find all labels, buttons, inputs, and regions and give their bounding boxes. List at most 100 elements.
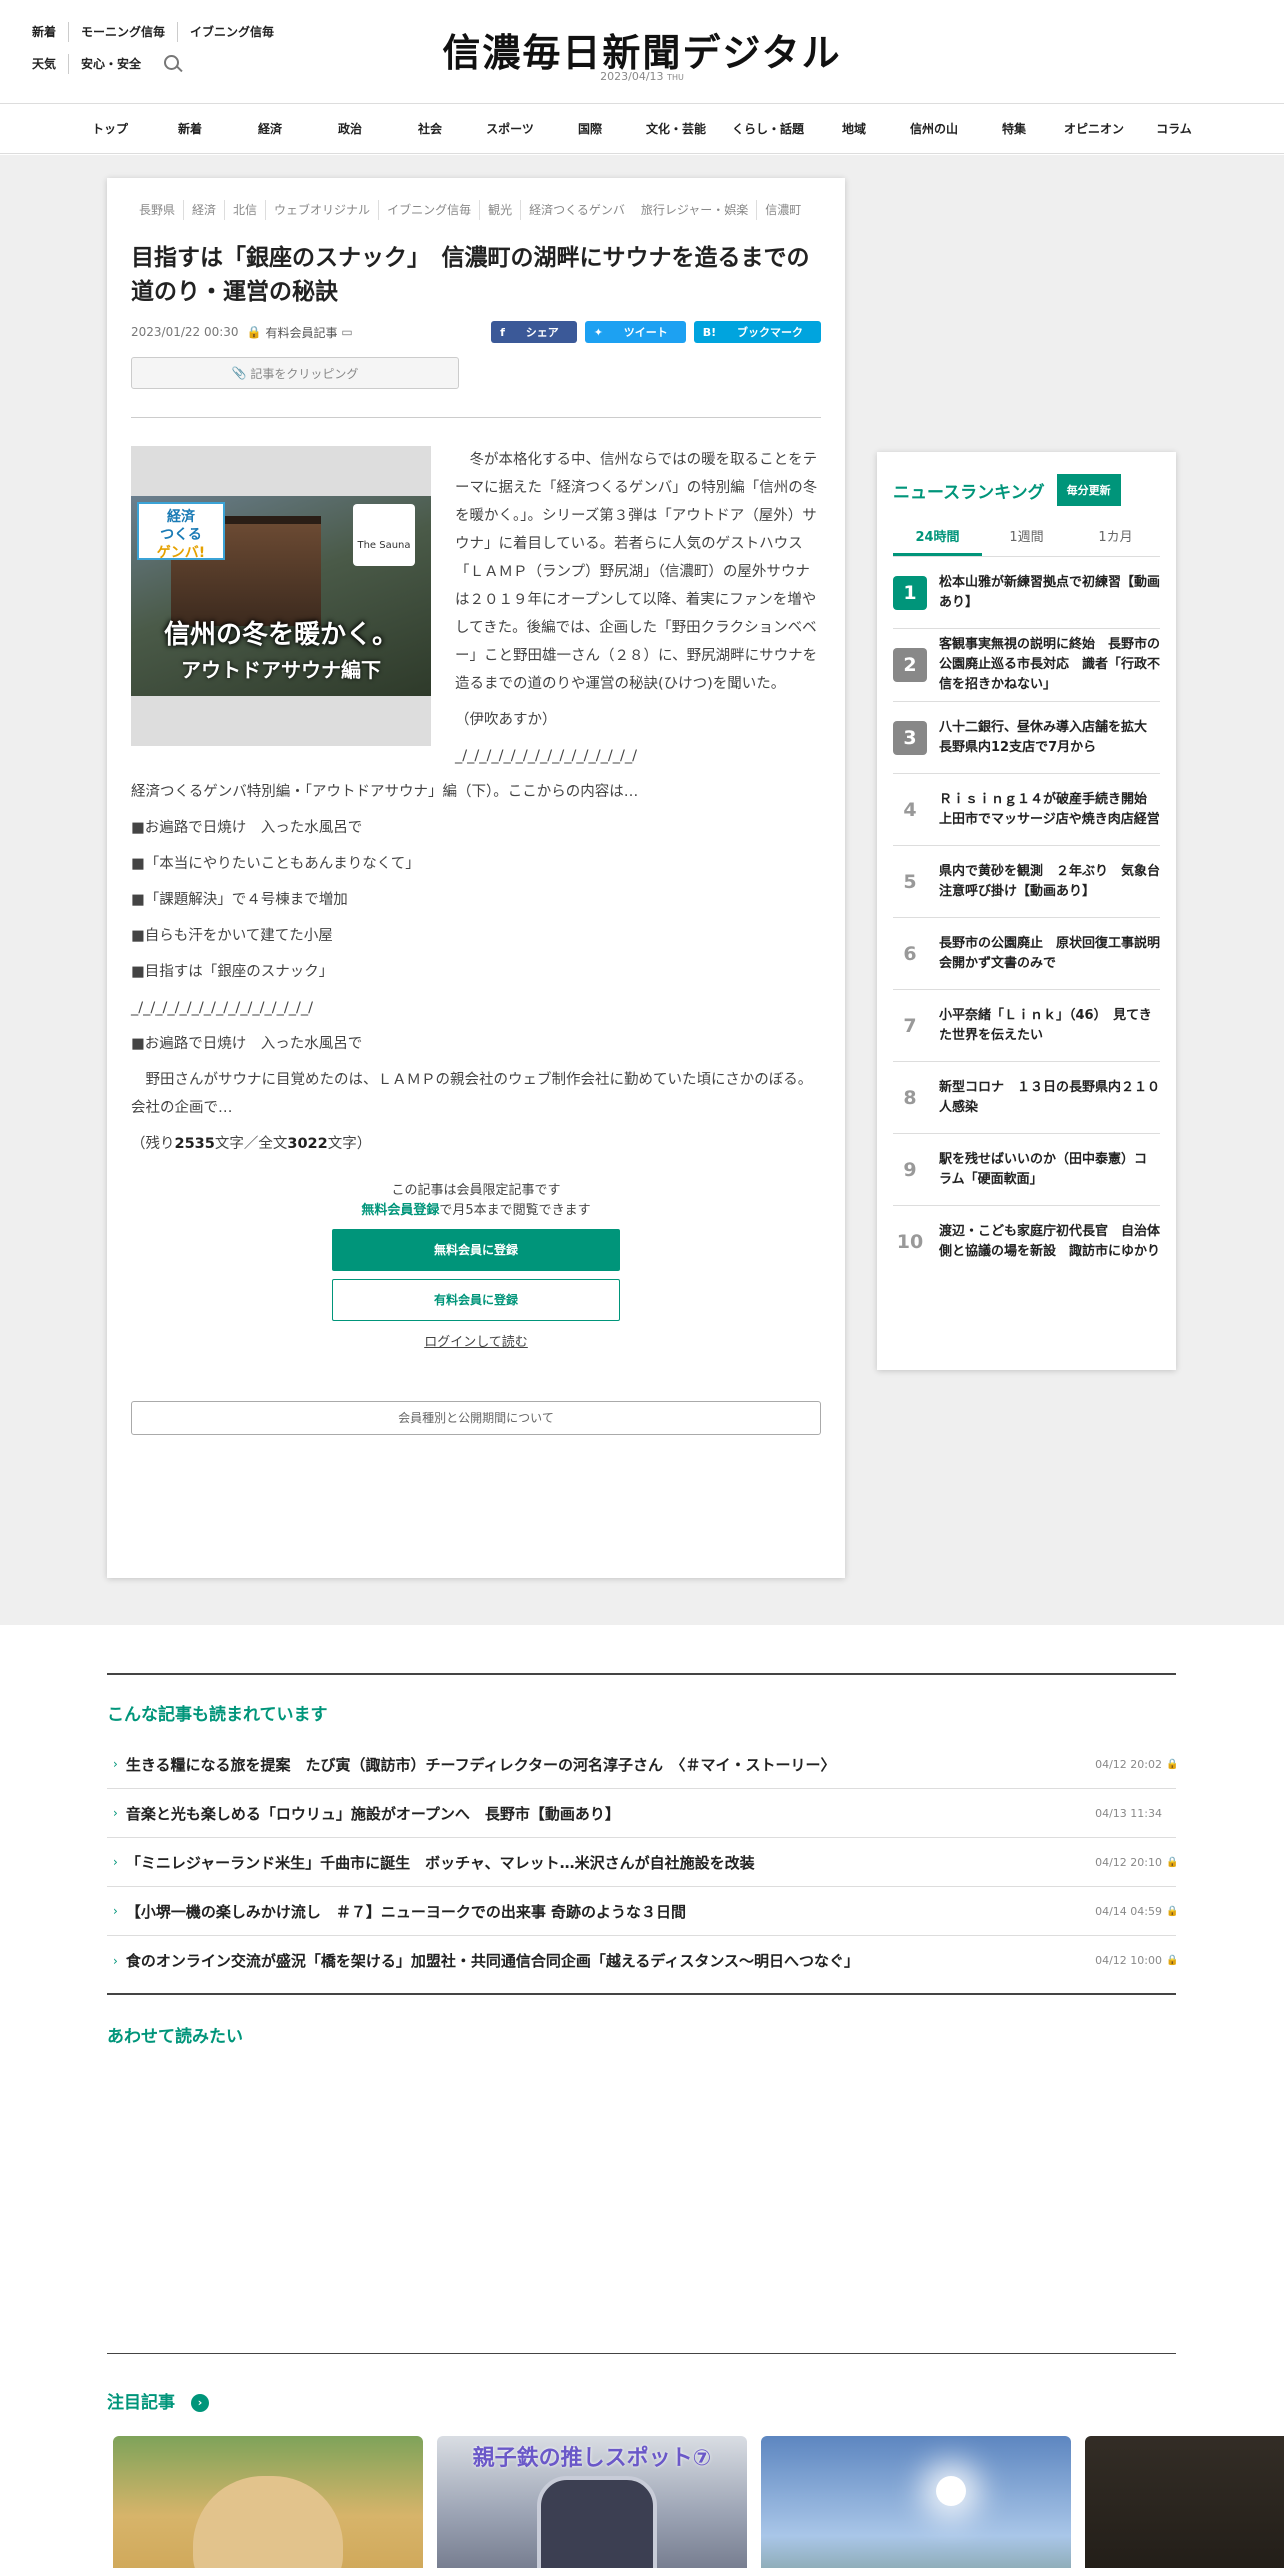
tab-1week[interactable]: 1週間 — [982, 526, 1071, 556]
rank-number: 7 — [903, 1014, 917, 1037]
main-nav: トップ 新着 経済 政治 社会 スポーツ 国際 文化・芸能 くらし・話題 地域 … — [0, 104, 1284, 154]
ranking-item[interactable]: 7 小平奈緒「Ｌｉｎｋ」（46） 見てきた世界を伝えたい — [893, 990, 1160, 1062]
article-heading-item: ■自らも汗をかいて建てた小屋 — [131, 928, 333, 944]
ranking-header: ニュースランキング 毎分更新 — [893, 474, 1160, 506]
login-link[interactable]: ログインして読む — [131, 1333, 821, 1353]
related-articles: › 生きる糧になる旅を提案 たび寅（諏訪市）チーフディレクターの河名淳子さん 〈＃… — [107, 1740, 1179, 1985]
tag[interactable]: 信濃町 — [756, 200, 809, 220]
paperclip-icon: 📎 — [231, 366, 251, 380]
rank-number: 10 — [896, 1231, 924, 1253]
nav-item-mountains[interactable]: 信州の山 — [894, 120, 974, 137]
ranking-item[interactable]: 5 県内で黄砂を観測 ２年ぶり 気象台注意呼び掛け【動画あり】 — [893, 846, 1160, 918]
sun-photo-shape — [936, 2476, 966, 2506]
share-hatena-label: ブックマーク — [737, 326, 803, 339]
site-logo[interactable]: 信濃毎日新聞デジタル — [0, 22, 1284, 77]
nav-item-new[interactable]: 新着 — [150, 120, 230, 137]
ranking-item[interactable]: 6 長野市の公園廃止 原状回復工事説明会開かず文書のみで — [893, 918, 1160, 990]
ranking-item-text: 客観事実無視の説明に終始 長野市の公園廃止巡る市長対応 識者「行政不信を招きかね… — [939, 637, 1161, 692]
lock-icon: 🔒 — [246, 325, 262, 339]
related-item[interactable]: › 音楽と光も楽しめる「ロウリュ」施設がオープンへ 長野市【動画あり】 04/13 … — [107, 1789, 1176, 1838]
nav-item-life[interactable]: くらし・話題 — [722, 120, 814, 137]
related-item-text: 食のオンライン交流が盛況「橋を架ける」加盟社・共同通信合同企画「越えるディスタン… — [125, 1952, 860, 1970]
tag[interactable]: 経済 — [183, 200, 224, 220]
tab-24h[interactable]: 24時間 — [893, 526, 982, 556]
free-register-link[interactable]: 無料会員登録 — [361, 1203, 439, 1218]
ranking-item[interactable]: 8 新型コロナ １３日の長野県内２１０人感染 — [893, 1062, 1160, 1134]
tag[interactable]: 長野県 — [131, 200, 183, 220]
rank-number: 8 — [903, 1086, 917, 1109]
remaining-prefix: （残り — [131, 1136, 175, 1152]
nav-item-sports[interactable]: スポーツ — [470, 120, 550, 137]
ranking-item[interactable]: 1 松本山雅が新練習拠点で初練習【動画あり】 — [893, 557, 1160, 629]
share-facebook-button[interactable]: f シェア — [491, 321, 577, 343]
related-item[interactable]: › 食のオンライン交流が盛況「橋を架ける」加盟社・共同通信合同企画「越えるディスタ… — [107, 1936, 1178, 1985]
featured-card[interactable]: 親子鉄の推しスポット⑦ — [437, 2436, 747, 2568]
paywall-line2: 無料会員登録で月5本まで閲覧できます — [131, 1201, 821, 1221]
photo-title: 信州の冬を暖かく。 — [163, 620, 398, 650]
ranking-update-badge: 毎分更新 — [1056, 474, 1121, 506]
ranking-item-text: 松本山雅が新練習拠点で初練習【動画あり】 — [939, 574, 1161, 610]
article-heading-item: ■「課題解決」で４号棟まで増加 — [131, 892, 348, 908]
article-datetime: 2023/01/22 00:30 — [131, 325, 239, 339]
related-item[interactable]: › 【小堺一機の楽しみかけ流し ＃７】ニューヨークでの出来事 奇跡のような３日間 0… — [107, 1887, 1178, 1936]
article-separator: _/_/_/_/_/_/_/_/_/_/_/_/_/_/_/ — [131, 1000, 314, 1016]
rank-number: 6 — [903, 942, 917, 965]
featured-card[interactable] — [1085, 2436, 1284, 2568]
share-hatena-button[interactable]: B! ブックマーク — [693, 321, 821, 343]
tag[interactable]: 経済つくるゲンバ — [520, 200, 633, 220]
related-item[interactable]: › 「ミニレジャーランド米生」千曲市に誕生 ボッチャ、マレット…米沢さんが自社施設… — [107, 1838, 1179, 1887]
also-read-title: あわせて読みたい — [107, 2027, 243, 2047]
ranking-item[interactable]: 9 駅を残せばいいのか（田中泰憲）コラム「硬面軟面」 — [893, 1134, 1160, 1206]
tag[interactable]: イブニング信毎 — [378, 200, 479, 220]
paid-register-button[interactable]: 有料会員に登録 — [332, 1279, 620, 1321]
featured-card[interactable] — [761, 2436, 1071, 2568]
lock-icon: 🔒 — [1166, 1856, 1179, 1868]
nav-item-region[interactable]: 地域 — [814, 120, 894, 137]
nav-item-international[interactable]: 国際 — [550, 120, 630, 137]
share-facebook-label: シェア — [525, 326, 559, 339]
nav-item-top[interactable]: トップ — [70, 120, 150, 137]
clip-article-button[interactable]: 📎 記事をクリッピング — [131, 357, 459, 389]
nav-item-opinion[interactable]: オピニオン — [1054, 120, 1134, 137]
related-item[interactable]: › 生きる糧になる旅を提案 たび寅（諏訪市）チーフディレクターの河名淳子さん 〈＃… — [107, 1740, 1178, 1789]
ranking-item[interactable]: 10 渡辺・こども家庭庁初代長官 自治体側と協議の場を新設 諏訪市にゆかり — [893, 1206, 1160, 1278]
article-paragraph: 野田さんがサウナに目覚めたのは、ＬＡＭＰの親会社のウェブ制作会社に勤めていた頃に… — [131, 1072, 813, 1116]
clip-label: 記事をクリッピング — [250, 366, 359, 381]
nav-item-society[interactable]: 社会 — [390, 120, 470, 137]
share-twitter-button[interactable]: ✦ ツイート — [584, 321, 686, 343]
ranking-item[interactable]: 4 Ｒｉｓｉｎｇ１４が破産手続き開始 上田市でマッサージ店や焼き肉店経営 — [893, 774, 1160, 846]
section-divider — [107, 1993, 1176, 1995]
related-item-date: 04/12 10:00 — [1095, 1954, 1162, 1967]
photo-image: 経済 つくる ゲンバ! The Sauna 信州の冬を暖かく。 アウトドアサウナ… — [131, 496, 431, 696]
ranking-tabs: 24時間 1週間 1カ月 — [893, 526, 1160, 557]
featured-card[interactable] — [113, 2436, 423, 2568]
related-item-text: 生きる糧になる旅を提案 たび寅（諏訪市）チーフディレクターの河名淳子さん 〈＃マ… — [125, 1755, 836, 1774]
train-photo-shape — [537, 2476, 657, 2568]
tag[interactable]: 旅行レジャー・娯楽 — [633, 200, 756, 220]
tag[interactable]: 観光 — [479, 200, 520, 220]
total-chars: 3022 — [287, 1136, 328, 1152]
article-separator: _/_/_/_/_/_/_/_/_/_/_/_/_/_/_/ — [455, 748, 638, 764]
nav-item-column[interactable]: コラム — [1134, 120, 1214, 137]
article-photo[interactable]: 経済 つくる ゲンバ! The Sauna 信州の冬を暖かく。 アウトドアサウナ… — [131, 446, 431, 746]
tag[interactable]: 北信 — [224, 200, 265, 220]
nav-item-economy[interactable]: 経済 — [230, 120, 310, 137]
photo-subtitle: アウトドアサウナ編下 — [181, 658, 381, 682]
member-info-icon[interactable]: ▭ — [338, 325, 352, 339]
arrow-right-circle-icon[interactable]: › — [191, 2394, 209, 2412]
free-register-button[interactable]: 無料会員に登録 — [332, 1229, 620, 1271]
nav-item-features[interactable]: 特集 — [974, 120, 1054, 137]
related-item-date: 04/12 20:10 — [1095, 1855, 1162, 1869]
ranking-item[interactable]: 2 客観事実無視の説明に終始 長野市の公園廃止巡る市長対応 識者「行政不信を招きか… — [893, 629, 1160, 702]
related-item-text: 「ミニレジャーランド米生」千曲市に誕生 ボッチャ、マレット…米沢さんが自社施設を… — [125, 1853, 755, 1872]
tag[interactable]: ウェブオリジナル — [265, 200, 378, 220]
ranking-item[interactable]: 3 八十二銀行、昼休み導入店舗を拡大 長野県内12支店で7月から — [893, 702, 1160, 774]
nav-item-politics[interactable]: 政治 — [310, 120, 390, 137]
tab-1month[interactable]: 1カ月 — [1071, 526, 1160, 556]
nav-item-culture[interactable]: 文化・芸能 — [630, 120, 722, 137]
chevron-right-icon: › — [113, 1806, 118, 1820]
chevron-right-icon: › — [113, 1953, 118, 1968]
article-meta: 2023/01/22 00:30 🔒 有料会員記事 ▭ f シェア ✦ ツイート… — [131, 321, 821, 343]
badge-line3: ゲンバ! — [156, 545, 206, 561]
membership-info-button[interactable]: 会員種別と公開期間について — [131, 1401, 821, 1435]
